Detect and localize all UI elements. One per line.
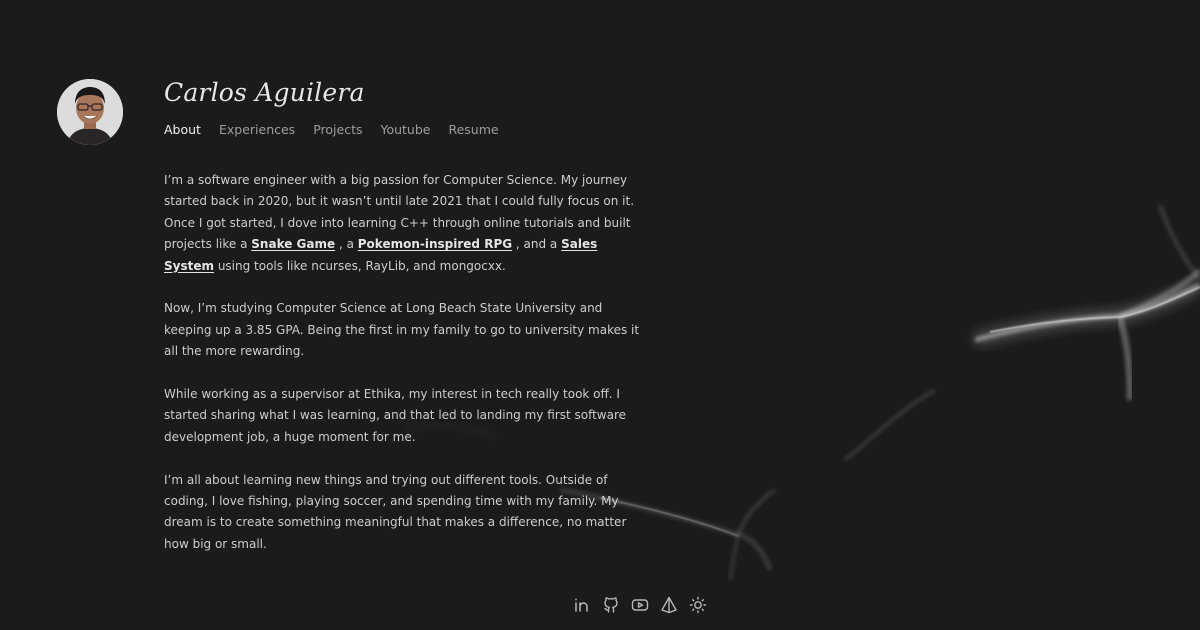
about-text: , and a xyxy=(512,237,562,252)
page-title: Carlos Aguilera xyxy=(164,78,365,107)
prism-icon[interactable] xyxy=(660,596,678,614)
about-text: , a xyxy=(335,237,358,252)
avatar xyxy=(57,79,123,145)
about-paragraph-3: While working as a supervisor at Ethika,… xyxy=(164,387,627,444)
about-text: using tools like ncurses, RayLib, and mo… xyxy=(214,258,506,273)
main-nav: About Experiences Projects Youtube Resum… xyxy=(164,122,499,137)
social-links xyxy=(573,596,707,614)
nav-item-experiences[interactable]: Experiences xyxy=(219,122,295,137)
pokemon-rpg-link[interactable]: Pokemon-inspired RPG xyxy=(358,237,512,251)
about-section: I’m a software engineer with a big passi… xyxy=(164,170,644,577)
profile-photo xyxy=(57,79,123,145)
github-icon[interactable] xyxy=(602,596,620,614)
snake-game-link[interactable]: Snake Game xyxy=(251,237,335,251)
sun-icon[interactable] xyxy=(689,596,707,614)
nav-item-resume[interactable]: Resume xyxy=(448,122,498,137)
nav-item-about[interactable]: About xyxy=(164,122,201,137)
about-paragraph-2: Now, I’m studying Computer Science at Lo… xyxy=(164,301,640,359)
youtube-icon[interactable] xyxy=(631,596,649,614)
linkedin-icon[interactable] xyxy=(573,596,591,614)
about-paragraph-1: I’m a software engineer with a big passi… xyxy=(164,170,644,277)
nav-item-youtube[interactable]: Youtube xyxy=(380,122,430,137)
nav-item-projects[interactable]: Projects xyxy=(313,122,362,137)
about-paragraph-4: I’m all about learning new things and tr… xyxy=(164,472,627,551)
